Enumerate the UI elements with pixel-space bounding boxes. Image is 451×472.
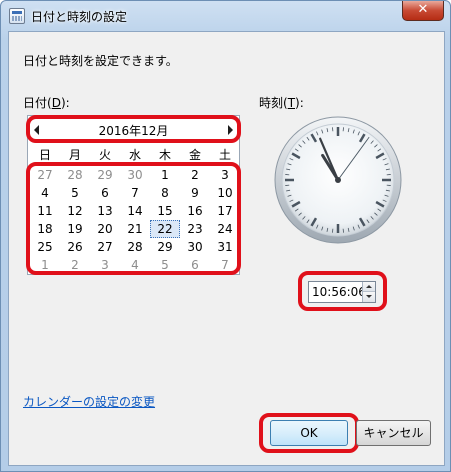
calendar-day[interactable]: 26 xyxy=(60,238,90,256)
calendar-day[interactable]: 7 xyxy=(210,256,240,274)
calendar-day[interactable]: 4 xyxy=(30,184,60,202)
weekday-label: 日 xyxy=(38,148,51,162)
calendar-day[interactable]: 12 xyxy=(60,202,90,220)
month-title[interactable]: 2016年12月 xyxy=(30,122,237,139)
calendar-day[interactable]: 24 xyxy=(210,220,240,238)
window-title: 日付と時刻の設定 xyxy=(31,10,128,24)
weekday-label: 火 xyxy=(98,148,111,162)
date-label: 日付(D): xyxy=(23,96,70,110)
day-grid: 27 28 29 30 1 2 3 4 5 6 7 8 9 10 11 12 13 14 15 16 17 18 19 20 2… xyxy=(30,166,239,274)
ok-button[interactable]: OK xyxy=(270,420,348,446)
weekday-label: 木 xyxy=(158,148,171,162)
calendar-day[interactable]: 22 xyxy=(150,220,180,238)
calendar-day[interactable]: 16 xyxy=(180,202,210,220)
time-spinner[interactable] xyxy=(362,282,375,302)
intro-text: 日付と時刻を設定できます。 xyxy=(23,54,178,68)
analog-clock xyxy=(274,116,402,244)
calendar-day[interactable]: 9 xyxy=(180,184,210,202)
calendar-day[interactable]: 31 xyxy=(210,238,240,256)
time-field[interactable]: 10:56:06 xyxy=(308,281,376,303)
calendar-day[interactable]: 5 xyxy=(60,184,90,202)
calendar-day[interactable]: 20 xyxy=(90,220,120,238)
calendar-day[interactable]: 1 xyxy=(150,166,180,184)
calendar-day[interactable]: 17 xyxy=(210,202,240,220)
close-button[interactable]: ✕ xyxy=(402,1,444,21)
calendar-day[interactable]: 8 xyxy=(150,184,180,202)
weekday-label: 水 xyxy=(128,148,141,162)
calendar-day[interactable]: 7 xyxy=(120,184,150,202)
calendar-day[interactable]: 18 xyxy=(30,220,60,238)
calendar-day[interactable]: 10 xyxy=(210,184,240,202)
calendar-day[interactable]: 27 xyxy=(90,238,120,256)
calendar-day[interactable]: 11 xyxy=(30,202,60,220)
calendar-day[interactable]: 5 xyxy=(150,256,180,274)
calendar-settings-link[interactable]: カレンダーの設定の変更 xyxy=(23,393,155,410)
next-month-icon[interactable] xyxy=(228,125,233,135)
time-value[interactable]: 10:56:06 xyxy=(312,285,366,299)
calendar-day[interactable]: 13 xyxy=(90,202,120,220)
weekday-header: 日月火水木金土 xyxy=(30,146,239,164)
calendar-day[interactable]: 6 xyxy=(180,256,210,274)
month-calendar[interactable]: 2016年12月 日月火水木金土 27 28 29 30 1 2 3 4 5 6 7 8 9 10 11 12… xyxy=(27,115,240,275)
cancel-button[interactable]: キャンセル xyxy=(356,420,431,446)
calendar-day[interactable]: 1 xyxy=(30,256,60,274)
calendar-day[interactable]: 29 xyxy=(150,238,180,256)
calendar-day[interactable]: 30 xyxy=(180,238,210,256)
calendar-day[interactable]: 28 xyxy=(120,238,150,256)
calendar-day[interactable]: 28 xyxy=(60,166,90,184)
spin-down-icon[interactable] xyxy=(363,292,375,302)
weekday-label: 金 xyxy=(188,148,201,162)
calendar-day[interactable]: 29 xyxy=(90,166,120,184)
calendar-day[interactable]: 19 xyxy=(60,220,90,238)
time-label: 時刻(T): xyxy=(259,96,304,110)
weekday-label: 土 xyxy=(218,148,231,162)
calendar-day[interactable]: 21 xyxy=(120,220,150,238)
calendar-day[interactable]: 15 xyxy=(150,202,180,220)
calendar-day[interactable]: 23 xyxy=(180,220,210,238)
calendar-day[interactable]: 27 xyxy=(30,166,60,184)
calendar-day[interactable]: 2 xyxy=(180,166,210,184)
spin-up-icon[interactable] xyxy=(363,282,375,292)
dialog-body: 日付と時刻を設定できます。 日付(D): 時刻(T): 2016年12月 日 月 火… xyxy=(8,31,445,466)
calendar-icon xyxy=(9,8,25,24)
calendar-day[interactable]: 6 xyxy=(90,184,120,202)
calendar-day[interactable]: 30 xyxy=(120,166,150,184)
calendar-day[interactable]: 3 xyxy=(90,256,120,274)
calendar-day[interactable]: 25 xyxy=(30,238,60,256)
calendar-day[interactable]: 4 xyxy=(120,256,150,274)
calendar-day[interactable]: 3 xyxy=(210,166,240,184)
calendar-day[interactable]: 14 xyxy=(120,202,150,220)
date-time-dialog: 日付と時刻の設定 ✕ 日付と時刻を設定できます。 日付(D): 時刻(T): 2… xyxy=(0,0,451,472)
weekday-label: 月 xyxy=(68,148,81,162)
calendar-header: 2016年12月 xyxy=(30,119,237,141)
calendar-day[interactable]: 2 xyxy=(60,256,90,274)
title-bar[interactable]: 日付と時刻の設定 ✕ xyxy=(1,1,450,31)
